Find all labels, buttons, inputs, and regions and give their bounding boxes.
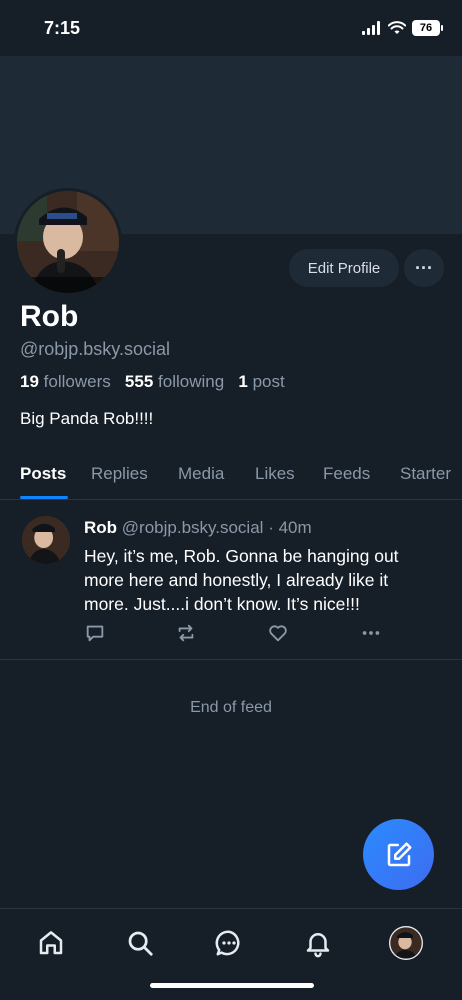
posts-label: post xyxy=(252,372,285,391)
reply-icon[interactable] xyxy=(84,622,106,644)
profile-bio: Big Panda Rob!!!! xyxy=(20,409,154,428)
post-separator: · xyxy=(268,518,274,537)
compose-icon xyxy=(387,842,411,866)
tab-feeds[interactable]: Feeds xyxy=(323,464,370,484)
signal-icon xyxy=(362,21,380,35)
repost-icon[interactable] xyxy=(175,622,197,644)
following-link[interactable]: 555 following xyxy=(125,372,224,391)
avatar-photo-small xyxy=(22,516,70,564)
status-time: 7:15 xyxy=(44,18,81,38)
nav-search[interactable] xyxy=(120,923,160,963)
edit-profile-button[interactable]: Edit Profile xyxy=(289,249,399,287)
post-header: Rob @robjp.bsky.social · 40m xyxy=(84,518,312,538)
battery-indicator: 76 xyxy=(412,20,443,36)
followers-link[interactable]: 19 followers xyxy=(20,372,111,391)
post-author-handle[interactable]: @robjp.bsky.social xyxy=(122,518,264,537)
followers-label: followers xyxy=(43,372,111,391)
tab-starter[interactable]: Starter xyxy=(400,464,451,484)
status-bar: 7:15 76 xyxy=(0,0,462,56)
following-count: 555 xyxy=(124,372,154,391)
following-label: following xyxy=(158,372,225,391)
more-icon[interactable] xyxy=(360,622,382,644)
profile-tabs: Posts Replies Media Likes Feeds Starter xyxy=(0,450,462,500)
profile-stats: 19 followers 555 following 1 post xyxy=(20,372,285,392)
active-tab-indicator xyxy=(20,496,68,499)
home-icon xyxy=(39,931,63,955)
like-icon[interactable] xyxy=(267,622,289,644)
chat-icon xyxy=(215,930,240,956)
post-time: 40m xyxy=(278,518,312,537)
wifi-icon xyxy=(388,21,406,34)
profile-avatar[interactable] xyxy=(14,188,122,296)
avatar-photo xyxy=(17,191,119,293)
profile-avatar-icon xyxy=(389,926,423,960)
post-author-name[interactable]: Rob xyxy=(84,518,117,537)
feed-post[interactable]: Rob @robjp.bsky.social · 40m Hey, it’s m… xyxy=(0,502,462,660)
compose-button[interactable] xyxy=(363,819,434,890)
post-author-avatar[interactable] xyxy=(22,516,70,564)
tab-posts[interactable]: Posts xyxy=(20,464,66,484)
tab-likes[interactable]: Likes xyxy=(255,464,295,484)
profile-handle: @robjp.bsky.social xyxy=(20,339,170,359)
bell-icon xyxy=(306,933,330,958)
post-text: Hey, it’s me, Rob. Gonna be hanging out … xyxy=(84,546,399,614)
tab-replies[interactable]: Replies xyxy=(91,464,148,484)
profile-display-name: Rob xyxy=(20,300,79,333)
tab-media[interactable]: Media xyxy=(178,464,224,484)
nav-home[interactable] xyxy=(31,923,71,963)
posts-count: 1 xyxy=(238,372,248,391)
nav-notifications[interactable] xyxy=(298,923,338,963)
profile-more-button[interactable]: ··· xyxy=(404,249,444,287)
post-actions xyxy=(84,622,384,646)
end-of-feed-label: End of feed xyxy=(190,699,272,716)
followers-count: 19 xyxy=(20,372,39,391)
status-icons: 76 xyxy=(362,20,443,36)
search-icon xyxy=(128,931,153,956)
nav-chat[interactable] xyxy=(209,923,249,963)
nav-profile[interactable] xyxy=(386,923,426,963)
home-indicator xyxy=(150,983,314,988)
